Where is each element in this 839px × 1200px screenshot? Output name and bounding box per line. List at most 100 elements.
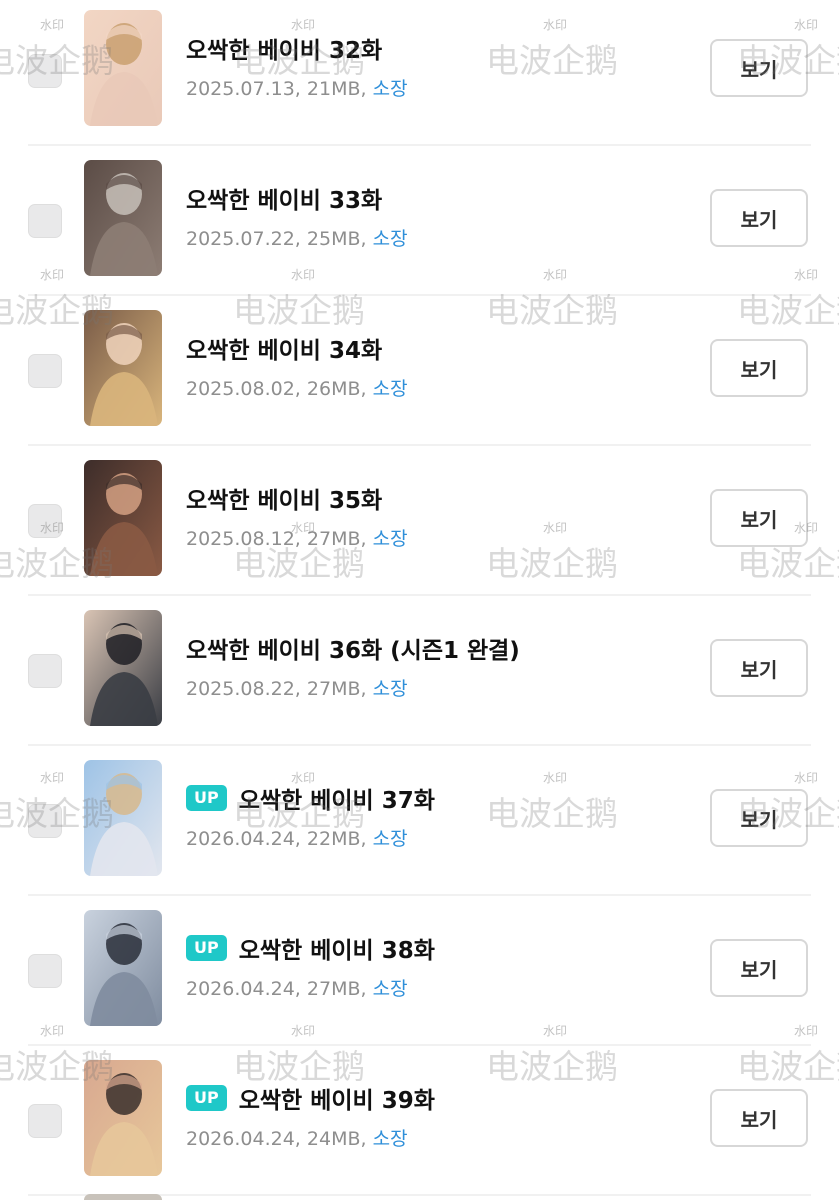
meta-separator: , [294,1128,307,1150]
episode-title[interactable]: 오싹한 베이비 35화 [186,481,382,515]
episode-meta: 2025.08.22, 27MB, 소장 [186,674,408,701]
episode-meta: 2025.08.12, 27MB, 소장 [186,524,408,551]
owned-status: 소장 [372,528,408,550]
next-episode-thumbnail-partial [84,1194,162,1200]
episode-title[interactable]: 오싹한 베이비 34화 [186,331,382,365]
episode-row[interactable]: 오싹한 베이비 36화 (시즌1 완결) 2025.08.22, 27MB, 소장… [0,596,839,746]
meta-separator: , [294,378,307,400]
episode-date: 2025.08.22 [186,678,295,700]
view-button[interactable]: 보기 [710,939,808,997]
episode-39-thumbnail-icon [84,1060,162,1176]
meta-separator: , [294,78,307,100]
view-button[interactable]: 보기 [710,189,808,247]
up-badge: UP [186,935,227,961]
episode-thumbnail[interactable] [84,160,162,276]
episode-file-size: 27MB [306,978,361,1000]
episode-thumbnail[interactable] [84,460,162,576]
episode-date: 2026.04.24 [186,1128,295,1150]
meta-separator: , [294,528,307,550]
episode-row[interactable]: UP 오싹한 베이비 37화 2026.04.24, 22MB, 소장 보기 [0,746,839,896]
episode-37-thumbnail-icon [84,760,162,876]
episode-row[interactable]: 오싹한 베이비 34화 2025.08.02, 26MB, 소장 보기 [0,296,839,446]
episode-meta: 2025.07.22, 25MB, 소장 [186,224,408,251]
episode-title-line: UP 오싹한 베이비 38화 [186,931,435,965]
episode-38-thumbnail-icon [84,910,162,1026]
view-button[interactable]: 보기 [710,339,808,397]
meta-separator: , [360,1128,373,1150]
episode-date: 2025.07.22 [186,228,295,250]
episode-title-line: 오싹한 베이비 34화 [186,331,382,365]
episode-row[interactable]: UP 오싹한 베이비 39화 2026.04.24, 24MB, 소장 보기 [0,1046,839,1196]
owned-status: 소장 [372,228,408,250]
episode-title-line: UP 오싹한 베이비 37화 [186,781,435,815]
episode-meta: 2026.04.24, 24MB, 소장 [186,1124,408,1151]
view-button[interactable]: 보기 [710,1089,808,1147]
episode-file-size: 25MB [306,228,361,250]
episode-title[interactable]: 오싹한 베이비 38화 [239,931,435,965]
episode-meta: 2025.07.13, 21MB, 소장 [186,74,408,101]
view-button[interactable]: 보기 [710,39,808,97]
episode-file-size: 24MB [306,1128,361,1150]
episode-title[interactable]: 오싹한 베이비 36화 (시즌1 완결) [186,631,520,665]
meta-separator: , [294,828,307,850]
episode-title[interactable]: 오싹한 베이비 32화 [186,31,382,65]
episode-file-size: 21MB [306,78,361,100]
meta-separator: , [294,978,307,1000]
owned-status: 소장 [372,378,408,400]
view-button[interactable]: 보기 [710,789,808,847]
episode-35-thumbnail-icon [84,460,162,576]
meta-separator: , [360,678,373,700]
episode-select-checkbox[interactable] [28,1104,62,1138]
episode-meta: 2026.04.24, 22MB, 소장 [186,824,408,851]
episode-select-checkbox[interactable] [28,354,62,388]
owned-status: 소장 [372,828,408,850]
meta-separator: , [360,528,373,550]
episode-33-thumbnail-icon [84,160,162,276]
episode-date: 2025.07.13 [186,78,295,100]
meta-separator: , [360,828,373,850]
meta-separator: , [360,378,373,400]
episode-date: 2026.04.24 [186,978,295,1000]
episode-select-checkbox[interactable] [28,54,62,88]
episode-title[interactable]: 오싹한 베이비 39화 [239,1081,435,1115]
episode-row[interactable]: 오싹한 베이비 35화 2025.08.12, 27MB, 소장 보기 [0,446,839,596]
episode-thumbnail[interactable] [84,1060,162,1176]
episode-file-size: 27MB [306,678,361,700]
episode-select-checkbox[interactable] [28,804,62,838]
episode-title-line: UP 오싹한 베이비 39화 [186,1081,435,1115]
episode-title-line: 오싹한 베이비 33화 [186,181,382,215]
view-button[interactable]: 보기 [710,639,808,697]
episode-title-line: 오싹한 베이비 32화 [186,31,382,65]
episode-thumbnail[interactable] [84,910,162,1026]
episode-thumbnail[interactable] [84,10,162,126]
episode-title-line: 오싹한 베이비 36화 (시즌1 완결) [186,631,520,665]
episode-row[interactable]: UP 오싹한 베이비 38화 2026.04.24, 27MB, 소장 보기 [0,896,839,1046]
episode-thumbnail[interactable] [84,610,162,726]
meta-separator: , [360,978,373,1000]
episode-title[interactable]: 오싹한 베이비 37화 [239,781,435,815]
up-badge: UP [186,1085,227,1111]
episode-file-size: 26MB [306,378,361,400]
episode-select-checkbox[interactable] [28,654,62,688]
episode-date: 2026.04.24 [186,828,295,850]
episode-row[interactable]: 오싹한 베이비 33화 2025.07.22, 25MB, 소장 보기 [0,146,839,296]
episode-thumbnail[interactable] [84,760,162,876]
episode-title-line: 오싹한 베이비 35화 [186,481,382,515]
episode-title[interactable]: 오싹한 베이비 33화 [186,181,382,215]
episode-select-checkbox[interactable] [28,204,62,238]
episode-file-size: 27MB [306,528,361,550]
episode-select-checkbox[interactable] [28,954,62,988]
up-badge: UP [186,785,227,811]
meta-separator: , [360,78,373,100]
episode-date: 2025.08.02 [186,378,295,400]
episode-select-checkbox[interactable] [28,504,62,538]
episode-36-thumbnail-icon [84,610,162,726]
view-button[interactable]: 보기 [710,489,808,547]
episode-meta: 2025.08.02, 26MB, 소장 [186,374,408,401]
episode-date: 2025.08.12 [186,528,295,550]
owned-status: 소장 [372,1128,408,1150]
episode-row[interactable]: 오싹한 베이비 32화 2025.07.13, 21MB, 소장 보기 [0,0,839,146]
meta-separator: , [360,228,373,250]
owned-status: 소장 [372,78,408,100]
episode-thumbnail[interactable] [84,310,162,426]
